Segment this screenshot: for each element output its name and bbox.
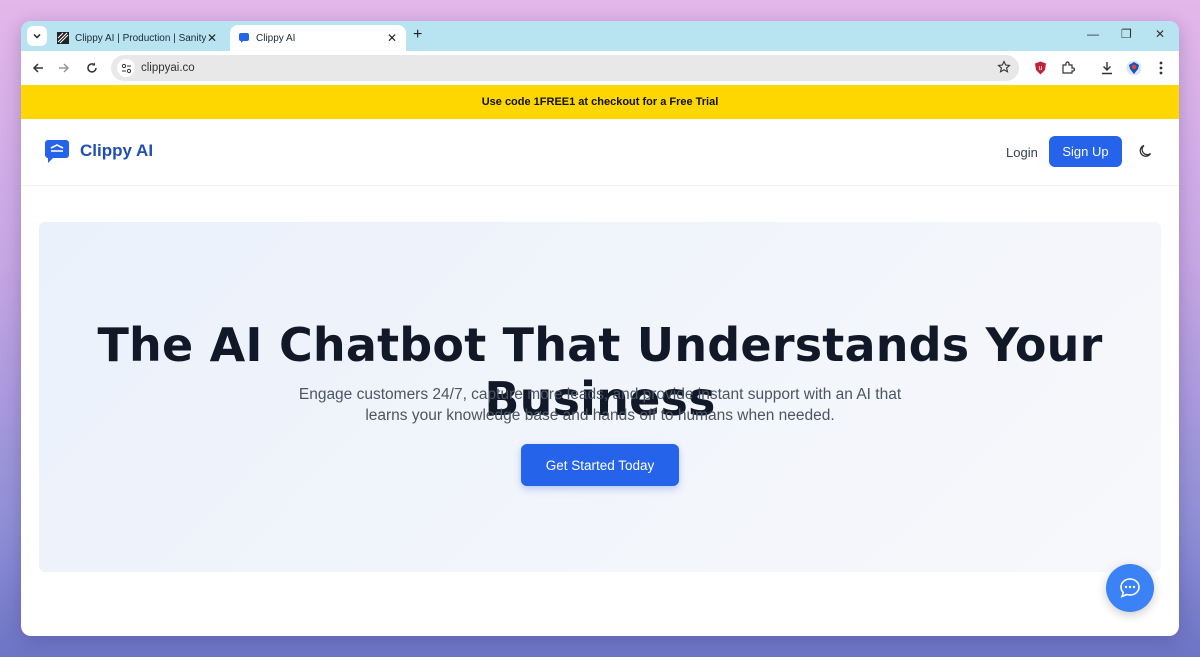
tab-sanity[interactable]: Clippy AI | Production | Sanity ✕: [49, 25, 226, 51]
clippy-favicon-icon: [238, 32, 250, 44]
new-tab-plus-icon[interactable]: +: [413, 26, 422, 44]
minimize-icon[interactable]: —: [1087, 27, 1099, 41]
restore-icon[interactable]: ❐: [1121, 27, 1132, 41]
tab-clippy[interactable]: Clippy AI ✕: [230, 25, 406, 51]
chat-widget-button[interactable]: [1106, 564, 1154, 612]
tab-title: Clippy AI: [256, 32, 296, 44]
close-icon[interactable]: ✕: [206, 31, 218, 45]
close-icon[interactable]: ✕: [386, 31, 398, 45]
url-text: clippyai.co: [141, 62, 195, 74]
brand-name: Clippy AI: [80, 141, 154, 160]
chevron-down-icon: [33, 33, 41, 39]
kebab-menu-icon[interactable]: [1152, 59, 1170, 77]
tab-title: Clippy AI | Production | Sanity: [75, 32, 206, 44]
promo-text: Use code 1FREE1 at checkout for a Free T…: [481, 96, 719, 108]
hero-subtitle: Engage customers 24/7, capture more lead…: [298, 386, 902, 424]
hero-section: The AI Chatbot That Understands Your Bus…: [39, 222, 1161, 572]
window-close-icon[interactable]: ✕: [1155, 27, 1165, 41]
site-settings-icon[interactable]: [117, 59, 135, 77]
brand-logo-link[interactable]: Clippy AI: [44, 138, 153, 164]
sanity-favicon-icon: [57, 32, 69, 44]
site-header: Clippy AI Login Sign Up: [21, 119, 1179, 186]
browser-toolbar: clippyai.co u: [21, 51, 1179, 85]
profile-avatar-icon[interactable]: [1125, 59, 1143, 77]
ublock-shield-icon[interactable]: u: [1031, 59, 1049, 77]
browser-window: Clippy AI | Production | Sanity ✕ Clippy…: [21, 21, 1179, 636]
promo-banner: Use code 1FREE1 at checkout for a Free T…: [21, 85, 1179, 119]
bookmark-star-icon[interactable]: [997, 60, 1011, 79]
signup-button[interactable]: Sign Up: [1049, 136, 1122, 167]
get-started-button[interactable]: Get Started Today: [521, 444, 679, 486]
tab-strip: Clippy AI | Production | Sanity ✕ Clippy…: [21, 21, 1179, 51]
forward-arrow-icon[interactable]: [55, 59, 73, 77]
download-icon[interactable]: [1098, 59, 1116, 77]
svg-text:u: u: [1038, 65, 1042, 72]
login-link[interactable]: Login: [1006, 145, 1038, 160]
extensions-puzzle-icon[interactable]: [1059, 59, 1077, 77]
back-arrow-icon[interactable]: [29, 59, 47, 77]
reload-icon[interactable]: [83, 59, 101, 77]
chat-logo-icon: [45, 140, 69, 163]
chat-bubble-icon: [1120, 578, 1140, 598]
moon-icon[interactable]: [1138, 143, 1154, 164]
address-bar[interactable]: clippyai.co: [111, 55, 1019, 81]
tab-search-button[interactable]: [27, 26, 47, 46]
